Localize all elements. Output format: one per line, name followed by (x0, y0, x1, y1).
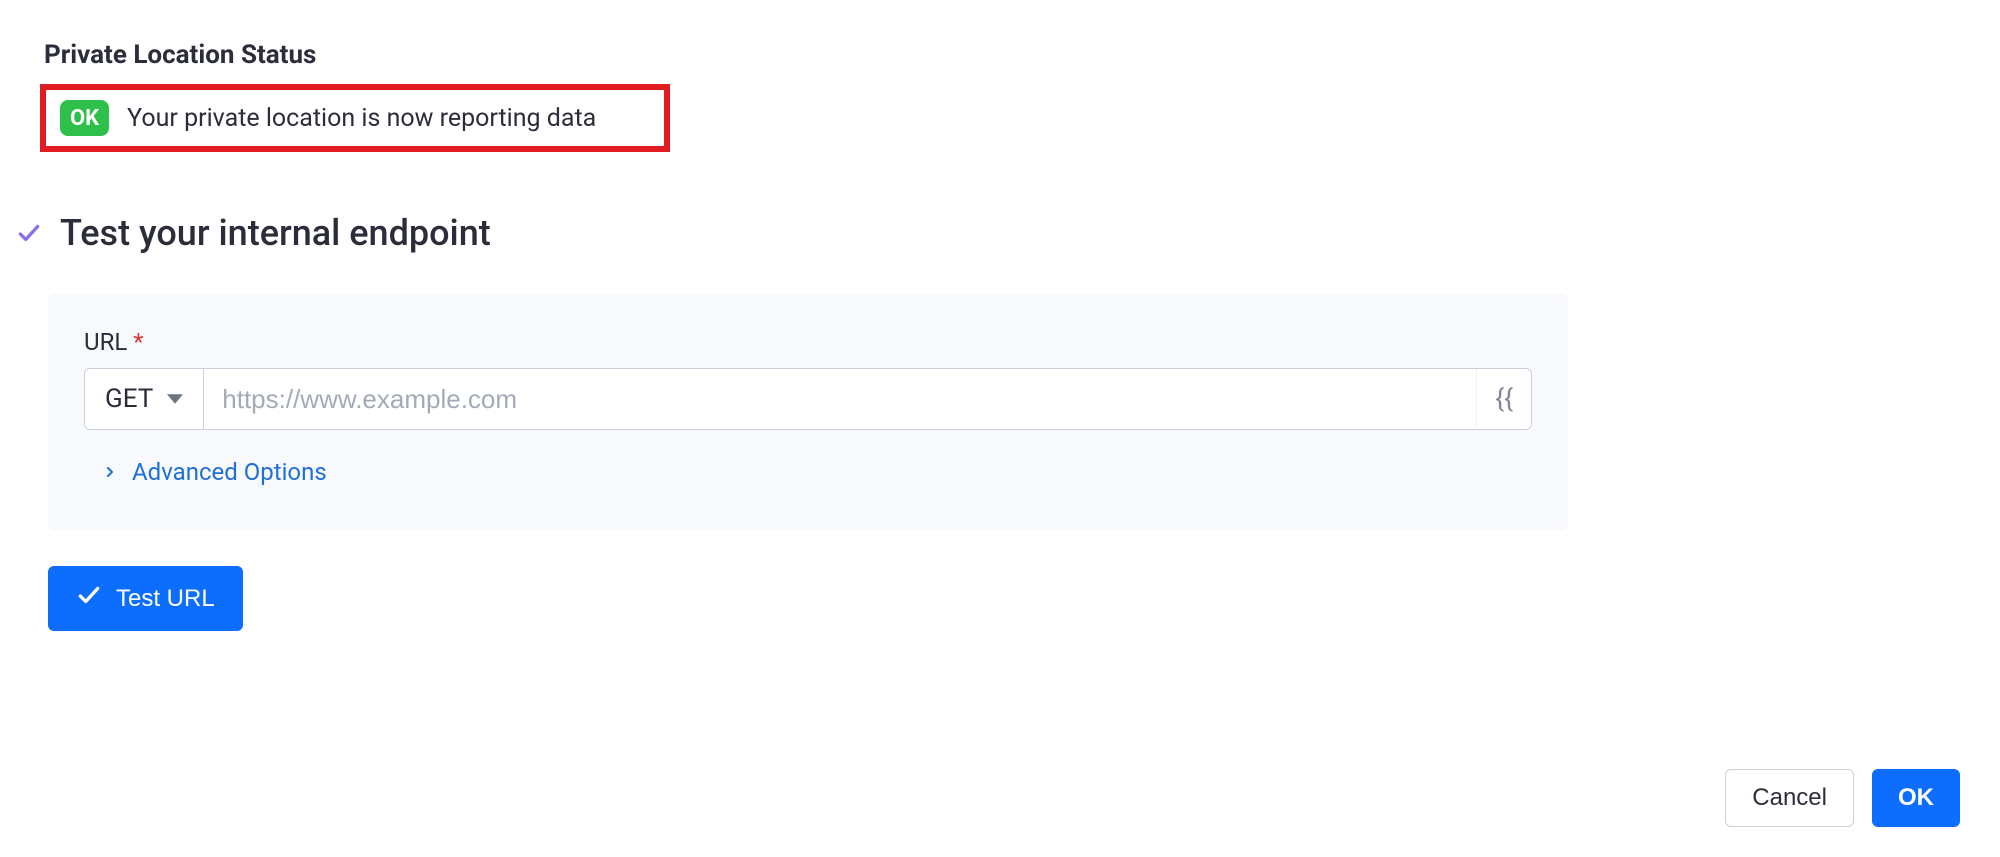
status-highlight-box: OK Your private location is now reportin… (40, 84, 670, 152)
caret-down-icon (167, 391, 183, 407)
test-url-button[interactable]: Test URL (48, 566, 243, 631)
chevron-right-icon (102, 458, 118, 486)
section-header: Test your internal endpoint (40, 212, 1960, 254)
ok-button[interactable]: OK (1872, 769, 1960, 827)
template-insert-button[interactable]: {{ (1476, 369, 1531, 429)
http-method-value: GET (105, 384, 153, 414)
required-mark: * (133, 328, 143, 356)
status-heading: Private Location Status (44, 40, 1960, 70)
url-label-text: URL (84, 328, 127, 356)
check-icon (76, 582, 102, 615)
endpoint-panel: URL * GET {{ Advanced Options (48, 294, 1568, 530)
http-method-select[interactable]: GET (85, 369, 204, 429)
footer-buttons: Cancel OK (1725, 769, 1960, 827)
status-message: Your private location is now reporting d… (127, 104, 596, 133)
url-label: URL * (84, 328, 1532, 356)
cancel-button[interactable]: Cancel (1725, 769, 1854, 827)
test-url-label: Test URL (116, 585, 215, 613)
url-input[interactable] (204, 369, 1476, 429)
check-icon (16, 220, 42, 246)
url-input-row: GET {{ (84, 368, 1532, 430)
advanced-options-label: Advanced Options (132, 458, 327, 486)
section-title: Test your internal endpoint (60, 212, 491, 254)
advanced-options-toggle[interactable]: Advanced Options (102, 458, 327, 486)
status-ok-badge: OK (60, 100, 109, 136)
